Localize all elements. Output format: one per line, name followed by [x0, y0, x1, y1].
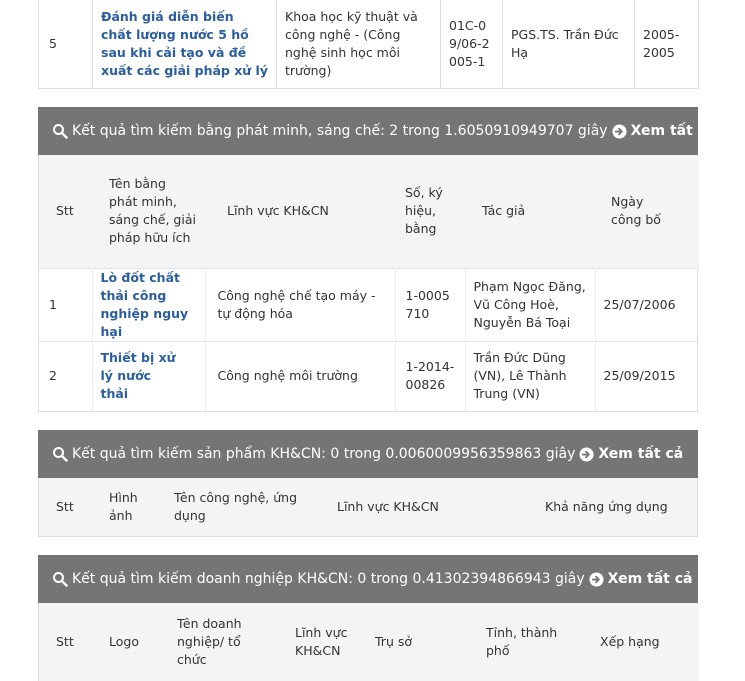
table-row: 5 Đánh giá diễn biến chất lượng nước 5 h… — [38, 0, 699, 89]
arrow-circle-right-icon — [589, 571, 604, 587]
col-name: Tên bằng phát minh, sáng chế, giải pháp … — [109, 176, 196, 246]
col-applicability: Khả năng ứng dụng — [545, 499, 668, 514]
col-company-name: Tên doanh nghiệp/ tổ chức — [177, 616, 242, 667]
companies-header: Kết quả tìm kiếm doanh nghiệp KH&CN: 0 t… — [38, 555, 698, 603]
table-header-row: Stt Logo Tên doanh nghiệp/ tổ chức Lĩnh … — [39, 603, 699, 681]
col-number: Số, ký hiệu, bằng — [405, 185, 443, 237]
row-date: 25/07/2006 — [595, 267, 699, 341]
col-field: Lĩnh vực KH&CN — [295, 625, 348, 658]
products-view-all-label[interactable]: Xem tất cả — [598, 446, 683, 462]
row-field: Khoa học kỹ thuật và công nghệ - (Công n… — [276, 0, 441, 89]
arrow-circle-right-icon — [579, 446, 594, 462]
products-view-all-link[interactable]: Xem tất cả — [579, 446, 683, 462]
table-row: 2 Thiết bị xử lý nước thải Công nghệ môi… — [39, 340, 699, 411]
col-date: Ngày công bố — [611, 194, 661, 228]
patent-name-link[interactable]: Thiết bị xử lý nước thải — [92, 340, 206, 411]
patents-header: Kết quả tìm kiếm bằng phát minh, sáng ch… — [38, 107, 715, 155]
col-authors: Tác giả — [482, 203, 526, 219]
patents-header-text: Kết quả tìm kiếm bằng phát minh, sáng ch… — [72, 123, 608, 139]
col-stt: Stt — [56, 634, 74, 649]
patents-table-wrapper: Stt Tên bằng phát minh, sáng chế, giải p… — [38, 155, 699, 412]
col-address: Trụ sở — [375, 634, 412, 649]
col-stt: Stt — [56, 203, 74, 219]
patents-table: Stt Tên bằng phát minh, sáng chế, giải p… — [39, 155, 699, 411]
products-section: Kết quả tìm kiếm sản phẩm KH&CN: 0 trong… — [38, 430, 698, 537]
products-header: Kết quả tìm kiếm sản phẩm KH&CN: 0 trong… — [38, 430, 698, 478]
col-field: Lĩnh vực KH&CN — [337, 499, 439, 514]
row-date: 25/09/2015 — [595, 340, 699, 411]
row-years: 2005-2005 — [643, 27, 680, 60]
row-author: PGS.TS. Trần Đức Hạ — [502, 0, 635, 89]
row-authors: Trần Đức Dũng (VN), Lê Thành Trung (VN) — [465, 340, 596, 411]
col-field: Lĩnh vực KH&CN — [227, 203, 329, 219]
patent-name-text[interactable]: Lò đốt chất thải công nghiệp nguy hại — [101, 270, 189, 339]
row-stt: 1 — [39, 267, 93, 341]
research-title-text[interactable]: Đánh giá diễn biến chất lượng nước 5 hồ … — [101, 9, 268, 78]
patent-name-text[interactable]: Thiết bị xử lý nước thải — [101, 349, 197, 403]
table-row: 1 Lò đốt chất thải công nghiệp nguy hại … — [39, 267, 699, 341]
arrow-circle-right-icon — [612, 123, 627, 139]
products-table-wrapper: Stt Hình ảnh Tên công nghệ, ứng dụng Lĩn… — [38, 478, 698, 537]
companies-view-all-label[interactable]: Xem tất cả — [608, 571, 693, 587]
row-code: 01C-09/06-2005-1 — [440, 0, 503, 89]
col-stt: Stt — [56, 499, 74, 514]
row-field: Công nghệ chế tạo máy - tự động hóa — [205, 267, 396, 341]
research-title-link[interactable]: Đánh giá diễn biến chất lượng nước 5 hồ … — [92, 0, 277, 89]
companies-header-text: Kết quả tìm kiếm doanh nghiệp KH&CN: 0 t… — [72, 571, 585, 587]
patents-view-all-label[interactable]: Xem tất cả — [631, 123, 716, 139]
search-icon — [52, 446, 68, 462]
row-stt: 5 — [38, 0, 93, 89]
col-logo: Logo — [109, 634, 139, 649]
col-rank: Xếp hạng — [600, 634, 660, 649]
research-results-table-fragment: 5 Đánh giá diễn biến chất lượng nước 5 h… — [38, 0, 699, 89]
row-stt: 2 — [39, 340, 93, 411]
row-field: Công nghệ môi trường — [205, 340, 396, 411]
table-header-row: Stt Tên bằng phát minh, sáng chế, giải p… — [39, 155, 699, 268]
row-number: 1-0005710 — [395, 267, 466, 341]
products-header-text: Kết quả tìm kiếm sản phẩm KH&CN: 0 trong… — [72, 446, 576, 462]
products-table: Stt Hình ảnh Tên công nghệ, ứng dụng Lĩn… — [39, 478, 697, 536]
row-number: 1-2014-00826 — [395, 340, 466, 411]
companies-section: Kết quả tìm kiếm doanh nghiệp KH&CN: 0 t… — [38, 555, 699, 681]
col-province: Tỉnh, thành phố — [486, 625, 558, 658]
table-header-row: Stt Hình ảnh Tên công nghệ, ứng dụng Lĩn… — [39, 478, 697, 536]
companies-table: Stt Logo Tên doanh nghiệp/ tổ chức Lĩnh … — [39, 603, 699, 681]
col-tech-name: Tên công nghệ, ứng dụng — [174, 490, 298, 523]
companies-view-all-link[interactable]: Xem tất cả — [589, 571, 693, 587]
patent-name-link[interactable]: Lò đốt chất thải công nghiệp nguy hại — [92, 267, 206, 341]
patents-section: Kết quả tìm kiếm bằng phát minh, sáng ch… — [38, 107, 715, 412]
search-icon — [52, 571, 68, 587]
companies-table-wrapper: Stt Logo Tên doanh nghiệp/ tổ chức Lĩnh … — [38, 603, 699, 681]
search-icon — [52, 123, 68, 139]
col-image: Hình ảnh — [109, 490, 138, 523]
row-authors: Phạm Ngọc Đăng, Vũ Công Hoè, Nguyễn Bá T… — [465, 267, 596, 341]
patents-view-all-link[interactable]: Xem tất cả — [612, 123, 716, 139]
